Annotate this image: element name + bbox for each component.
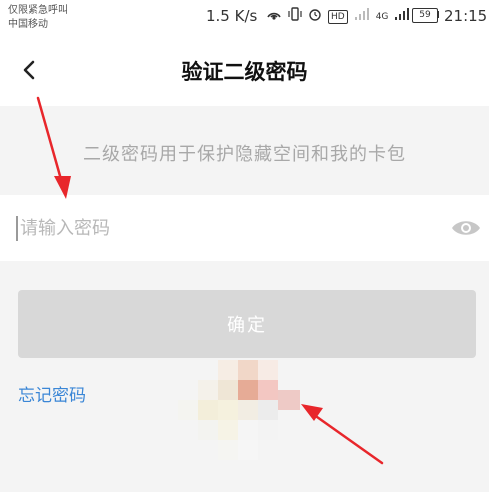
network-speed: 1.5 K/s <box>206 7 258 25</box>
eye-icon <box>452 221 480 235</box>
alarm-icon <box>308 7 322 26</box>
battery-level: 59 <box>419 10 431 20</box>
confirm-button[interactable]: 确定 <box>18 290 476 358</box>
page-title: 验证二级密码 <box>181 60 308 84</box>
vibrate-icon <box>288 7 302 26</box>
toggle-visibility-button[interactable] <box>450 216 482 240</box>
carrier-name: 中国移动 <box>8 19 48 30</box>
status-icons: HD 4G <box>266 7 410 26</box>
pixelated-area <box>178 360 300 460</box>
password-input[interactable] <box>20 208 420 248</box>
battery-icon: 59 <box>412 8 438 23</box>
forgot-password-link[interactable]: 忘记密码 <box>18 381 86 406</box>
battery-cap <box>437 11 439 18</box>
network-type-label: 4G <box>375 11 389 22</box>
signal-icon-2 <box>394 7 410 26</box>
hd-badge: HD <box>328 9 348 24</box>
clock: 21:15 <box>444 7 488 25</box>
hotspot-icon <box>266 7 282 26</box>
status-bar: 仅限紧急呼叫 中国移动 1.5 K/s HD 4G 59 21:15 <box>0 0 489 34</box>
annotation-arrow-2 <box>301 404 384 465</box>
text-caret <box>16 216 18 241</box>
carrier-status: 仅限紧急呼叫 <box>8 5 68 16</box>
signal-icon <box>354 7 370 26</box>
hint-text: 二级密码用于保护隐藏空间和我的卡包 <box>83 144 406 165</box>
